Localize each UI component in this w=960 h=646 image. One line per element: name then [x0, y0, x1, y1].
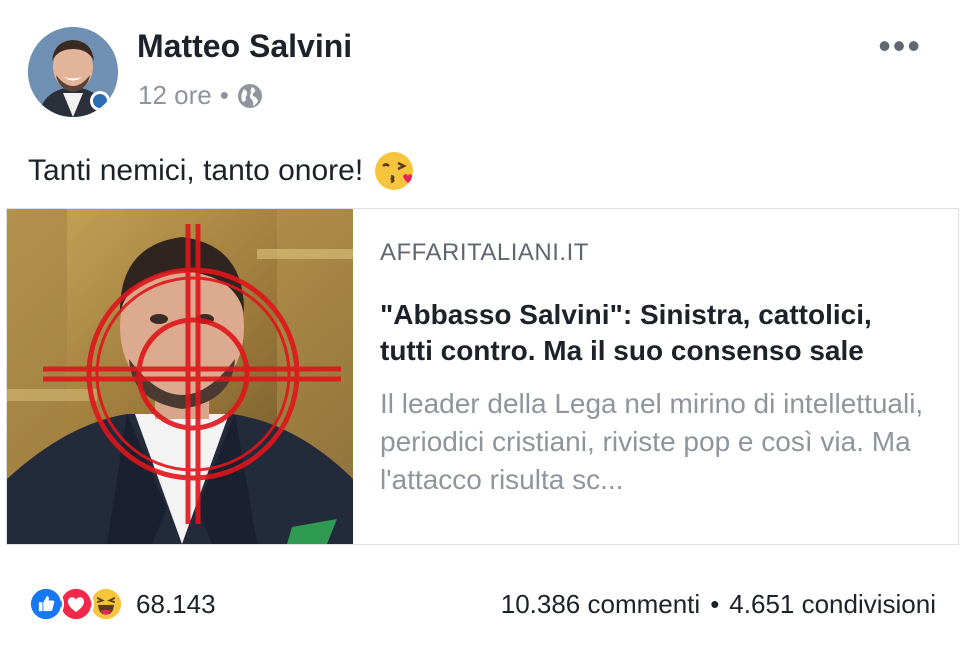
meta-separator: • [219, 80, 229, 110]
link-preview-body: AFFARITALIANI.IT "Abbasso Salvini": Sini… [353, 209, 958, 544]
stats-separator: • [710, 588, 720, 619]
globe-icon [237, 83, 262, 108]
post-text-content: Tanti nemici, tanto onore! [28, 154, 364, 187]
profile-photo [28, 27, 118, 117]
post-meta: 12 ore • [138, 80, 263, 111]
comments-count[interactable]: 10.386 commenti [501, 589, 700, 620]
kissing-wink-emoji [375, 152, 414, 190]
post-text: Tanti nemici, tanto onore! [28, 150, 415, 192]
link-description: Il leader della Lega nel mirino di intel… [380, 388, 924, 495]
engagement-stats: 10.386 commenti • 4.651 condivisioni [501, 589, 936, 620]
post-time[interactable]: 12 ore [138, 80, 212, 111]
reactions-count: 68.143 [136, 588, 216, 619]
link-headline[interactable]: "Abbasso Salvini": Sinistra, cattolici, … [380, 297, 930, 369]
author-name[interactable]: Matteo Salvini [137, 28, 352, 65]
post-footer: 68.143 10.386 commenti • 4.651 condivisi… [28, 584, 936, 624]
link-preview-card[interactable]: AFFARITALIANI.IT "Abbasso Salvini": Sini… [6, 208, 959, 545]
link-domain: AFFARITALIANI.IT [380, 239, 589, 266]
crosshair-portrait-image [7, 209, 353, 544]
reactions-summary[interactable]: 68.143 [28, 586, 216, 622]
avatar[interactable] [28, 27, 118, 117]
like-icon [28, 586, 64, 622]
link-preview-image[interactable] [7, 209, 353, 544]
shares-count[interactable]: 4.651 condivisioni [729, 589, 936, 620]
more-options-icon[interactable]: ••• [878, 28, 922, 64]
